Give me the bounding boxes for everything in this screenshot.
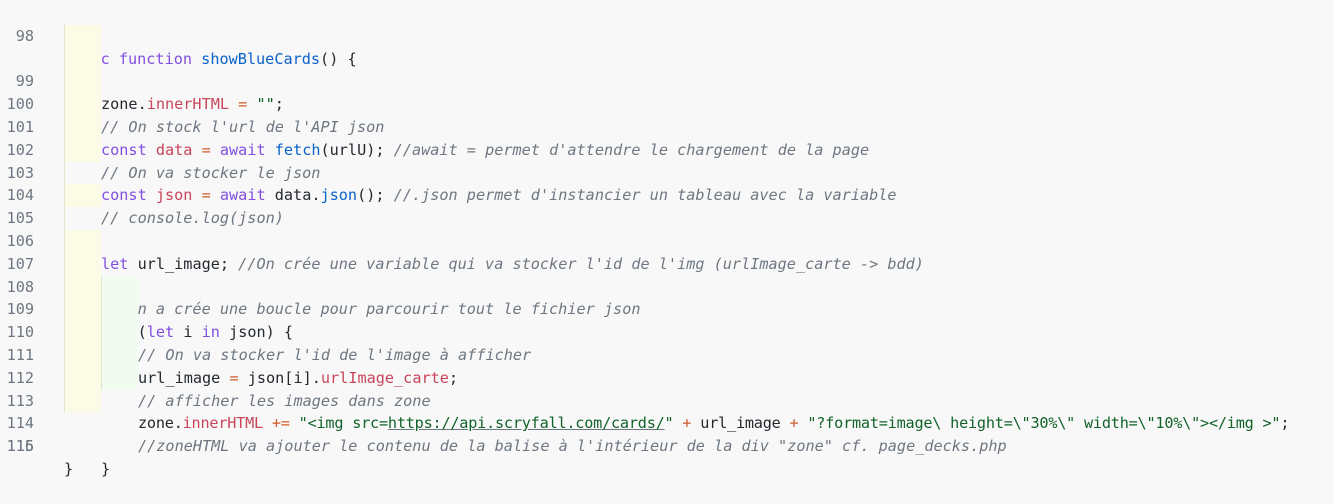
code-line: 98 async function showBlueCards() { xyxy=(0,2,1333,68)
code-line: 110 // On va stocker l'id de l'image à a… xyxy=(0,275,1333,364)
code-line: 108 // On a crée une boucle pour parcour… xyxy=(0,230,1333,318)
code-line: 99 zone.innerHTML = ""; xyxy=(0,24,1333,113)
code-line: 112 // afficher les images dans zone xyxy=(0,321,1333,410)
code-line: 106 let url_image; //On crée une variabl… xyxy=(0,184,1333,273)
code-line: 105 xyxy=(0,161,1333,227)
code-line: 111 url_image = json[i].urlImage_carte; xyxy=(0,298,1333,387)
code-line: 101 const data = await fetch(urlU); //aw… xyxy=(0,70,1333,159)
code-line: 114 //zoneHTML va ajouter le contenu de … xyxy=(0,366,1333,455)
code-editor[interactable]: 98 async function showBlueCards() { 99 z… xyxy=(0,0,1333,478)
code-line: 104 // console.log(json) xyxy=(0,138,1333,227)
code-line: 100 // On stock l'url de l'API json xyxy=(0,47,1333,136)
code-line: 116 } xyxy=(0,412,1333,478)
code-line: 113 zone.innerHTML += "<img src=https://… xyxy=(0,344,1333,432)
code-line: 107 xyxy=(0,207,1333,273)
code-line: 115 } xyxy=(0,389,1333,478)
comment: //zoneHTML va ajouter le contenu de la b… xyxy=(138,437,1007,456)
code-line: 109 for (let i in json) { xyxy=(0,252,1333,341)
line-number: 116 xyxy=(6,437,34,456)
code-line: 102 // On va stocker le json xyxy=(0,93,1333,182)
code-line: 103 const json = await data.json(); //.j… xyxy=(0,116,1333,204)
